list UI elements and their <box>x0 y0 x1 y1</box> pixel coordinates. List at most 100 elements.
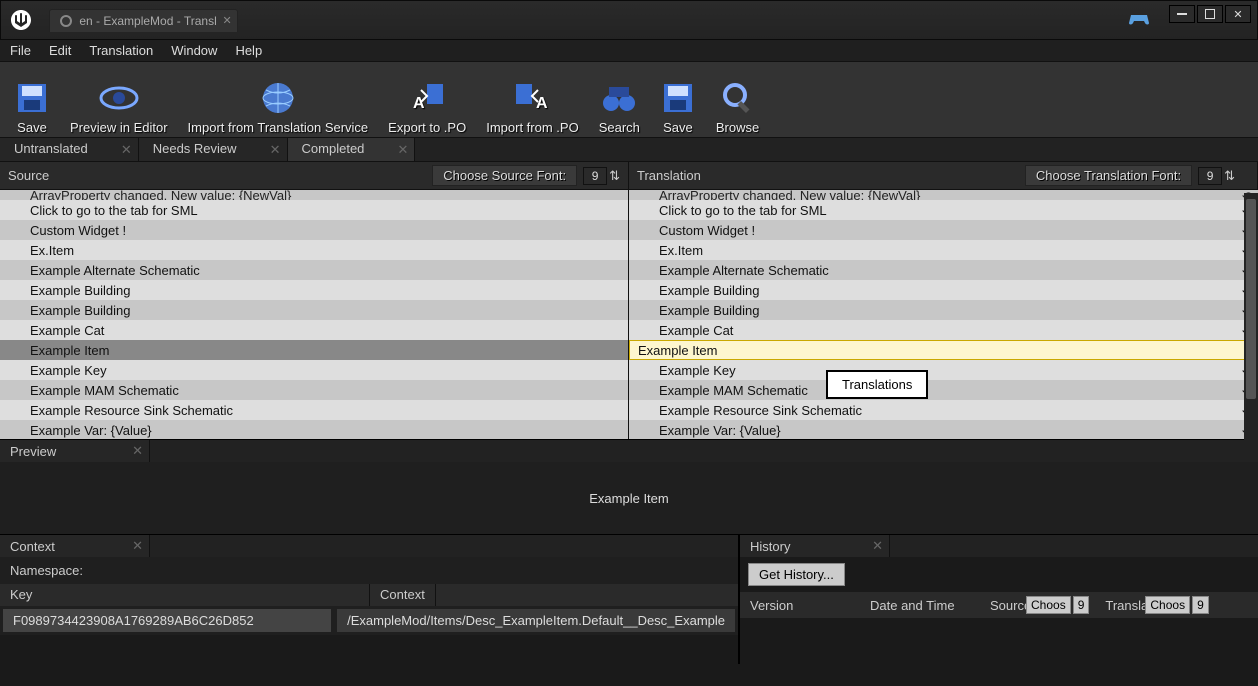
table-row[interactable]: Example Var: {Value} <box>0 420 628 439</box>
maximize-button[interactable] <box>1197 5 1223 23</box>
tab-untranslated[interactable]: Untranslated✕ <box>0 138 139 161</box>
choose-source-font-button[interactable]: Choose Source Font: <box>432 165 577 186</box>
get-history-button[interactable]: Get History... <box>748 563 845 586</box>
table-row[interactable]: Ex.Item <box>0 240 628 260</box>
menu-edit[interactable]: Edit <box>49 43 71 58</box>
tooltip: Translations <box>826 370 928 399</box>
table-row[interactable]: Example Key <box>0 360 628 380</box>
tab-history[interactable]: History✕ <box>740 535 890 557</box>
tab-context[interactable]: Context✕ <box>0 535 150 557</box>
export-po-button[interactable]: A Export to .PO <box>382 65 472 135</box>
vertical-scrollbar[interactable] <box>1244 193 1258 440</box>
close-button[interactable]: ✕ <box>1225 5 1251 23</box>
table-row[interactable]: Example MAM Schematic <box>0 380 628 400</box>
font-size-spinner[interactable]: 9 <box>1192 596 1209 614</box>
table-row[interactable]: Example MAM Schematic↶ <box>629 380 1258 400</box>
import-icon: A <box>512 76 552 120</box>
tab-completed[interactable]: Completed✕ <box>288 138 416 161</box>
choose-translation-font-history-button[interactable]: Choos <box>1145 596 1190 614</box>
table-row[interactable]: Example Cat <box>0 320 628 340</box>
translation-column: ArrayProperty changed. New value: {NewVa… <box>629 190 1258 439</box>
table-row[interactable]: Example Alternate Schematic↶ <box>629 260 1258 280</box>
menu-file[interactable]: File <box>10 43 31 58</box>
key-cell[interactable]: F0989734423908A1769289AB6C26D852 <box>3 609 331 632</box>
preview-content: Example Item <box>0 462 1258 534</box>
close-icon[interactable]: ✕ <box>270 142 281 158</box>
table-row[interactable]: Click to go to the tab for SML <box>0 200 628 220</box>
scrollbar-thumb[interactable] <box>1246 199 1256 399</box>
browse-button[interactable]: Browse <box>710 65 765 135</box>
table-row[interactable]: Example Var: {Value}↶ <box>629 420 1258 439</box>
table-row[interactable]: Example Building↶ <box>629 280 1258 300</box>
import-po-button[interactable]: A Import from .PO <box>480 65 584 135</box>
export-icon: A <box>407 76 447 120</box>
spinner-icon[interactable]: ⇅ <box>609 168 620 184</box>
tab-circle-icon <box>60 15 72 27</box>
history-table-header: Version Date and Time Source Choos 9 Tra… <box>740 592 1258 618</box>
menu-translation[interactable]: Translation <box>89 43 153 58</box>
table-row[interactable]: Custom Widget ! <box>0 220 628 240</box>
choose-source-font-history-button[interactable]: Choos <box>1026 596 1071 614</box>
version-header: Version <box>740 598 860 613</box>
table-row[interactable]: Example Resource Sink Schematic <box>0 400 628 420</box>
table-row[interactable]: ArrayProperty changed. New value: {NewVa… <box>0 190 628 200</box>
source-label: Source <box>8 168 49 183</box>
close-icon[interactable]: ✕ <box>872 538 883 554</box>
table-row[interactable]: Click to go to the tab for SML↶ <box>629 200 1258 220</box>
svg-text:A: A <box>536 95 548 112</box>
table-row[interactable]: Example Building <box>0 280 628 300</box>
table-row[interactable]: Ex.Item↶ <box>629 240 1258 260</box>
source-column: ArrayProperty changed. New value: {NewVa… <box>0 190 629 439</box>
floppy-icon <box>660 76 696 120</box>
save-button-2[interactable]: Save <box>654 65 702 135</box>
tab-needs-review[interactable]: Needs Review✕ <box>139 138 288 161</box>
translation-header: Transla <box>1095 598 1145 613</box>
tab-preview[interactable]: Preview✕ <box>0 440 150 462</box>
translation-font-size-spinner[interactable]: ⇅ <box>1198 167 1235 185</box>
context-header: Context <box>370 584 436 606</box>
table-row[interactable]: Example Resource Sink Schematic↶ <box>629 400 1258 420</box>
columns-header: Source Choose Source Font: ⇅ Translation… <box>0 162 1258 190</box>
context-cell[interactable]: /ExampleMod/Items/Desc_ExampleItem.Defau… <box>337 609 735 632</box>
menubar: File Edit Translation Window Help <box>0 40 1258 62</box>
menu-help[interactable]: Help <box>235 43 262 58</box>
table-row[interactable]: Example Key↶ <box>629 360 1258 380</box>
ue-logo-icon <box>1 0 41 40</box>
eye-icon <box>99 76 139 120</box>
toolbar: Save Preview in Editor Import from Trans… <box>0 62 1258 138</box>
menu-window[interactable]: Window <box>171 43 217 58</box>
bottom-panels: Context✕ Namespace: Key Context F0989734… <box>0 534 1258 664</box>
magnifier-icon <box>721 76 755 120</box>
close-icon[interactable]: ✕ <box>132 538 143 554</box>
close-icon[interactable]: ✕ <box>398 142 409 158</box>
table-row[interactable]: ArrayProperty changed. New value: {NewVa… <box>629 190 1258 200</box>
close-icon[interactable]: ✕ <box>132 443 143 459</box>
search-button[interactable]: Search <box>593 65 646 135</box>
preview-panel: Preview✕ Example Item <box>0 439 1258 534</box>
font-size-spinner[interactable]: 9 <box>1073 596 1090 614</box>
choose-translation-font-button[interactable]: Choose Translation Font: <box>1025 165 1192 186</box>
editor-tab[interactable]: en - ExampleMod - Transl ✕ <box>49 9 238 32</box>
controller-icon[interactable] <box>1129 11 1149 27</box>
close-icon[interactable]: ✕ <box>121 142 132 158</box>
translation-input-selected[interactable]: Example Item <box>629 340 1258 360</box>
context-panel: Context✕ Namespace: Key Context F0989734… <box>0 535 740 664</box>
table-row[interactable]: Custom Widget !↶ <box>629 220 1258 240</box>
table-row-selected[interactable]: Example Item <box>0 340 628 360</box>
save-button[interactable]: Save <box>8 65 56 135</box>
spinner-icon[interactable]: ⇅ <box>1224 168 1235 184</box>
source-font-size-spinner[interactable]: ⇅ <box>583 167 620 185</box>
table-row[interactable]: Example Alternate Schematic <box>0 260 628 280</box>
floppy-icon <box>14 76 50 120</box>
preview-in-editor-button[interactable]: Preview in Editor <box>64 65 174 135</box>
filter-tabs: Untranslated✕ Needs Review✕ Completed✕ <box>0 138 1258 162</box>
window-controls: ✕ <box>1169 5 1251 23</box>
tab-close-icon[interactable]: ✕ <box>223 14 232 27</box>
context-table-row[interactable]: F0989734423908A1769289AB6C26D852 /Exampl… <box>0 606 738 635</box>
table-row[interactable]: Example Building↶ <box>629 300 1258 320</box>
import-service-button[interactable]: Import from Translation Service <box>182 65 375 135</box>
globe-icon <box>260 76 296 120</box>
minimize-button[interactable] <box>1169 5 1195 23</box>
table-row[interactable]: Example Building <box>0 300 628 320</box>
table-row[interactable]: Example Cat↶ <box>629 320 1258 340</box>
